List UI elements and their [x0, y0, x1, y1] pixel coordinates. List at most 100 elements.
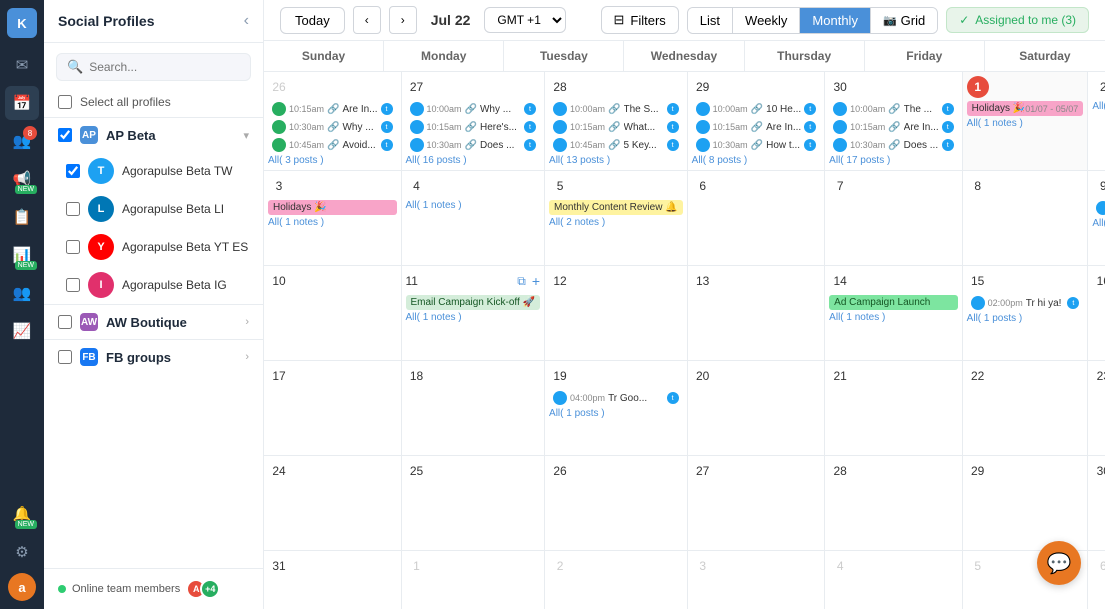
- cal-day-6[interactable]: 6: [688, 171, 826, 266]
- cal-day-28[interactable]: 28 10:00am🔗The S...t 10:15am🔗What...t 10…: [545, 72, 688, 171]
- event-post[interactable]: 04:00pmTr hellot: [1092, 200, 1105, 216]
- cal-day-15[interactable]: 15 02:00pmTr hi ya!t All( 1 posts ): [963, 266, 1089, 361]
- event-holidays[interactable]: Holidays 🎉 01/07 - 05/07: [967, 101, 1084, 116]
- cal-day-10[interactable]: 10: [264, 266, 402, 361]
- event-post[interactable]: 10:00am🔗The ...t: [829, 101, 958, 117]
- event-post[interactable]: 10:00am🔗The S...t: [549, 101, 683, 117]
- cal-day-20[interactable]: 20: [688, 361, 826, 456]
- timezone-select[interactable]: GMT +1: [484, 7, 566, 33]
- all-notes[interactable]: All( 1 notes ): [1092, 101, 1105, 112]
- event-post[interactable]: 10:00am🔗Why ...t: [406, 101, 541, 117]
- cal-day-21[interactable]: 21: [825, 361, 963, 456]
- cal-day-30[interactable]: 30: [1088, 456, 1105, 551]
- event-post[interactable]: 10:30am🔗Why ...t: [268, 119, 397, 135]
- cal-day-23[interactable]: 23: [1088, 361, 1105, 456]
- all-notes[interactable]: All( 13 posts ): [549, 155, 683, 166]
- event-holidays-cont[interactable]: Holidays 🎉: [268, 200, 397, 215]
- cal-day-17[interactable]: 17: [264, 361, 402, 456]
- all-notes[interactable]: All( 2 notes ): [549, 217, 683, 228]
- all-notes[interactable]: All( 1 notes ): [406, 312, 541, 323]
- event-post[interactable]: 02:00pmTr hi ya!t: [967, 295, 1084, 311]
- group-checkbox-aw[interactable]: [58, 315, 72, 329]
- copy-icon[interactable]: ⧉: [517, 274, 526, 289]
- plus-icon[interactable]: +: [532, 273, 540, 289]
- profile-group-header-ap-beta[interactable]: AP AP Beta ▾: [44, 118, 263, 152]
- cal-day-24[interactable]: 24: [264, 456, 402, 551]
- event-post[interactable]: 10:45am🔗5 Key...t: [549, 137, 683, 153]
- event-post[interactable]: 10:45am🔗Avoid...t: [268, 137, 397, 153]
- cal-day-25[interactable]: 25: [402, 456, 546, 551]
- event-post[interactable]: 10:30am🔗How t...t: [692, 137, 821, 153]
- cal-day-26[interactable]: 26: [545, 456, 688, 551]
- weekly-view-button[interactable]: Weekly: [733, 8, 800, 33]
- cal-day-22[interactable]: 22: [963, 361, 1089, 456]
- all-notes[interactable]: All( 1 posts ): [967, 313, 1084, 324]
- event-post[interactable]: 04:00pmTr Goo...t: [549, 390, 683, 406]
- messages-icon[interactable]: ✉: [5, 48, 39, 82]
- cal-day-1-aug[interactable]: 1: [402, 551, 546, 609]
- community-icon[interactable]: 👥8: [5, 124, 39, 158]
- search-input[interactable]: [89, 60, 244, 74]
- cal-day-29[interactable]: 29 10:00am🔗10 He...t 10:15am🔗Are In...t …: [688, 72, 826, 171]
- cal-day-1[interactable]: 1 Holidays 🎉 01/07 - 05/07 All( 1 notes …: [963, 72, 1089, 171]
- analytics-nav-icon[interactable]: 📈: [5, 314, 39, 348]
- cal-day-9[interactable]: 9 04:00pmTr hellot All( 1 posts ): [1088, 171, 1105, 266]
- profile-item-li[interactable]: L Agorapulse Beta LI: [44, 190, 263, 228]
- monthly-view-button[interactable]: Monthly: [800, 8, 871, 33]
- event-post[interactable]: 10:15am🔗Here's...t: [406, 119, 541, 135]
- cal-day-4-aug[interactable]: 4: [825, 551, 963, 609]
- cal-day-6-aug[interactable]: 6: [1088, 551, 1105, 609]
- event-post[interactable]: 10:00am🔗10 He...t: [692, 101, 821, 117]
- cal-day-3-aug[interactable]: 3: [688, 551, 826, 609]
- notifications-icon[interactable]: 🔔NEW: [5, 497, 39, 531]
- all-notes[interactable]: All( 1 notes ): [829, 312, 958, 323]
- grid-view-button[interactable]: 📷 Grid: [871, 8, 937, 33]
- next-button[interactable]: ›: [389, 6, 417, 34]
- all-notes[interactable]: All( 1 notes ): [406, 200, 541, 211]
- event-ad-campaign[interactable]: Ad Campaign Launch: [829, 295, 958, 310]
- search-box[interactable]: 🔍: [56, 53, 251, 81]
- group-checkbox-fb[interactable]: [58, 350, 72, 364]
- all-notes[interactable]: All( 1 notes ): [268, 217, 397, 228]
- cal-day-3[interactable]: 3 Holidays 🎉 All( 1 notes ): [264, 171, 402, 266]
- select-all-checkbox[interactable]: [58, 95, 72, 109]
- cal-day-7[interactable]: 7: [825, 171, 963, 266]
- sidebar-close-icon[interactable]: ‹: [244, 12, 249, 30]
- cal-day-4[interactable]: 4 All( 1 notes ): [402, 171, 546, 266]
- listening-icon[interactable]: 📋: [5, 200, 39, 234]
- cal-day-2-aug[interactable]: 2: [545, 551, 688, 609]
- all-notes[interactable]: All( 17 posts ): [829, 155, 958, 166]
- event-post[interactable]: 10:15am🔗Are In...t: [692, 119, 821, 135]
- all-notes[interactable]: All( 16 posts ): [406, 155, 541, 166]
- cal-day-14[interactable]: 14 Ad Campaign Launch All( 1 notes ): [825, 266, 963, 361]
- profile-checkbox-yt[interactable]: [66, 240, 80, 254]
- event-post[interactable]: 10:30am🔗Does ...t: [829, 137, 958, 153]
- all-notes[interactable]: All( 1 posts ): [549, 408, 683, 419]
- today-button[interactable]: Today: [280, 7, 345, 34]
- profile-item-yt[interactable]: Y Agorapulse Beta YT ES: [44, 228, 263, 266]
- profile-checkbox-li[interactable]: [66, 202, 80, 216]
- group-checkbox-ap-beta[interactable]: [58, 128, 72, 142]
- cal-day-27[interactable]: 27 10:00am🔗Why ...t 10:15am🔗Here's...t 1…: [402, 72, 546, 171]
- event-post[interactable]: 10:15am🔗What...t: [549, 119, 683, 135]
- prev-button[interactable]: ‹: [353, 6, 381, 34]
- cal-day-12[interactable]: 12: [545, 266, 688, 361]
- profile-checkbox-ig[interactable]: [66, 278, 80, 292]
- assigned-to-me-button[interactable]: ✓ Assigned to me (3): [946, 7, 1089, 33]
- all-notes[interactable]: All( 8 posts ): [692, 155, 821, 166]
- chat-button[interactable]: 💬: [1037, 541, 1081, 585]
- all-notes[interactable]: All( 3 posts ): [268, 155, 397, 166]
- all-notes[interactable]: All( 1 notes ): [967, 118, 1084, 129]
- publishing-icon[interactable]: 📢NEW: [5, 162, 39, 196]
- profile-checkbox-tw[interactable]: [66, 164, 80, 178]
- cal-day-18[interactable]: 18: [402, 361, 546, 456]
- cal-day-29[interactable]: 29: [963, 456, 1089, 551]
- cal-day-5[interactable]: 5 Monthly Content Review 🔔 All( 2 notes …: [545, 171, 688, 266]
- cal-day-16[interactable]: 16: [1088, 266, 1105, 361]
- profile-item-tw[interactable]: T Agorapulse Beta TW: [44, 152, 263, 190]
- cal-day-11[interactable]: 11 ⧉ + Email Campaign Kick-off 🚀 All( 1 …: [402, 266, 546, 361]
- team-nav-icon[interactable]: 👥: [5, 276, 39, 310]
- user-avatar[interactable]: K: [7, 8, 37, 38]
- event-post[interactable]: 10:15am🔗Are In...t: [829, 119, 958, 135]
- reports-nav-icon[interactable]: 📊NEW: [5, 238, 39, 272]
